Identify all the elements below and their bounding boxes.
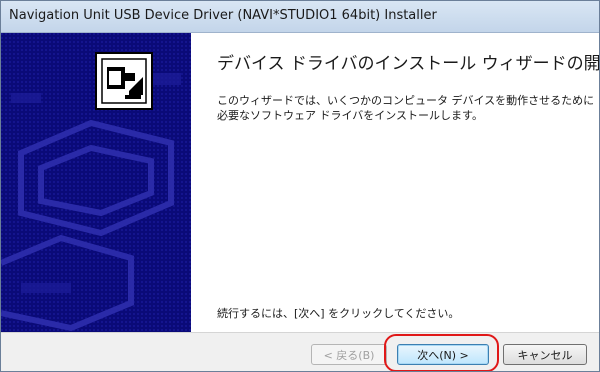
description-line-1: このウィザードでは、いくつかのコンピュータ デバイスを動作させるために [217,94,595,107]
continue-hint: 続行するには、[次へ] をクリックしてください。 [217,307,460,320]
button-bar: < 戻る(B) 次へ(N) > キャンセル [1,332,599,371]
next-button-highlight [384,334,499,371]
description-line-2: 必要なソフトウェア ドライバをインストールします。 [217,109,483,122]
window-title: Navigation Unit USB Device Driver (NAVI*… [9,8,437,23]
wizard-banner [1,33,191,332]
banner-graphic [1,33,191,332]
cancel-button[interactable]: キャンセル [503,344,587,365]
back-button[interactable]: < 戻る(B) [311,344,387,365]
wizard-description: このウィザードでは、いくつかのコンピュータ デバイスを動作させるために 必要なソ… [217,93,594,123]
wizard-heading: デバイス ドライバのインストール ウィザードの開始 [217,54,600,74]
title-bar[interactable]: Navigation Unit USB Device Driver (NAVI*… [1,1,599,33]
wizard-content: デバイス ドライバのインストール ウィザードの開始 このウィザードでは、いくつか… [191,33,599,332]
installer-window: Navigation Unit USB Device Driver (NAVI*… [0,0,600,372]
usb-plug-icon [95,52,153,110]
